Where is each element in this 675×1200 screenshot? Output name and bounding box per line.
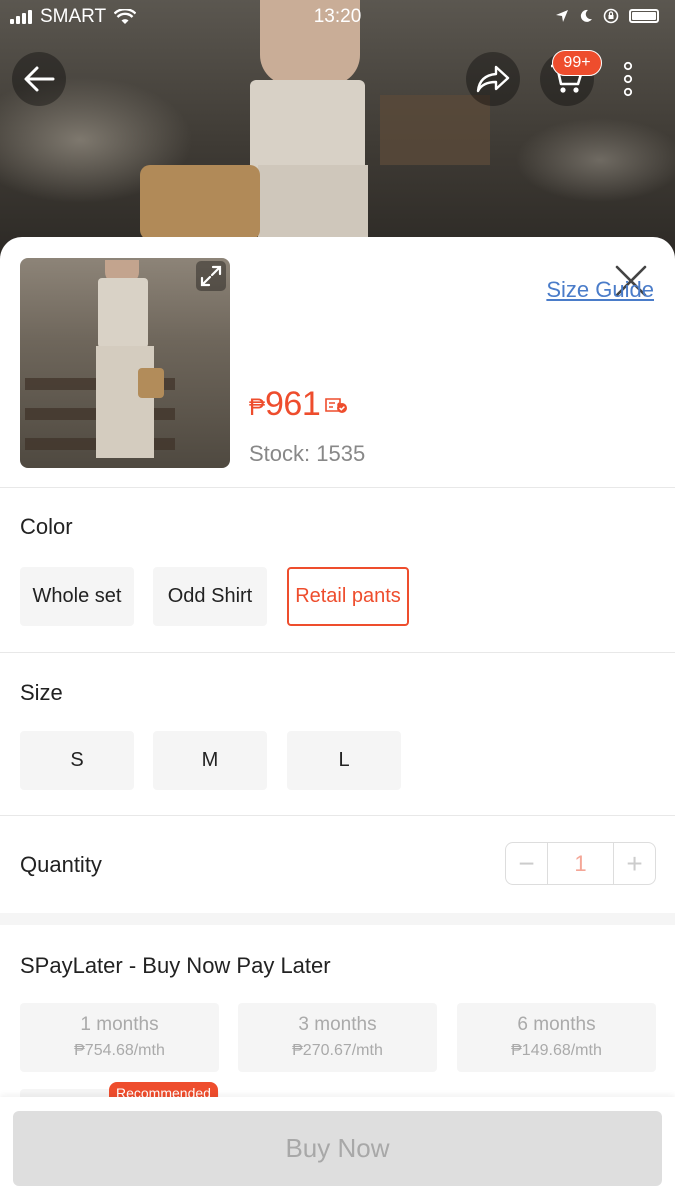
plan-months: 3 months: [298, 1014, 377, 1035]
status-bar: SMART 13:20: [0, 0, 675, 34]
variant-selection-sheet: ₱ 961 Stock: 1535 Color Size Guide Whole…: [0, 237, 675, 1200]
stock-label: Stock: 1535: [249, 441, 366, 466]
color-option-retail-pants[interactable]: Retail pants: [287, 567, 409, 626]
size-option-m[interactable]: M: [153, 731, 267, 790]
arrow-left-icon: [24, 66, 55, 92]
back-button[interactable]: [12, 52, 66, 106]
size-option-l[interactable]: L: [287, 731, 401, 790]
expand-image-button[interactable]: [196, 261, 226, 291]
quantity-value[interactable]: 1: [547, 843, 614, 884]
quantity-decrease-button[interactable]: −: [506, 843, 547, 884]
color-option-whole-set[interactable]: Whole set: [20, 567, 134, 626]
price-value: 961: [265, 385, 321, 423]
product-price: ₱ 961: [249, 385, 348, 424]
quantity-increase-button[interactable]: +: [614, 843, 655, 884]
product-background-image: [0, 0, 675, 260]
size-option-s[interactable]: S: [20, 731, 134, 790]
price-currency: ₱: [249, 394, 266, 421]
paylater-plan-6-months[interactable]: 6 months ₱149.68/mth: [457, 1003, 656, 1072]
sheet-footer: Buy Now: [0, 1097, 675, 1200]
color-option-odd-shirt[interactable]: Odd Shirt: [153, 567, 267, 626]
more-vertical-icon: [623, 61, 633, 97]
plan-months: 6 months: [517, 1014, 596, 1035]
color-section-title: Color: [20, 514, 73, 539]
size-guide-link[interactable]: Size Guide: [546, 277, 654, 303]
share-icon: [476, 65, 510, 93]
plan-rate: ₱149.68/mth: [511, 1042, 602, 1059]
voucher-icon: [325, 397, 348, 413]
paylater-plan-3-months[interactable]: 3 months ₱270.67/mth: [238, 1003, 437, 1072]
cart-count-badge: 99+: [552, 50, 602, 76]
quantity-section-title: Quantity: [20, 852, 102, 877]
plan-rate: ₱754.68/mth: [74, 1042, 165, 1059]
size-section-title: Size: [20, 680, 63, 705]
quantity-stepper: − 1 +: [505, 842, 656, 885]
more-options-button[interactable]: [608, 52, 648, 106]
plan-rate: ₱270.67/mth: [292, 1042, 383, 1059]
plan-months: 1 months: [80, 1014, 159, 1035]
battery-icon: [629, 9, 659, 23]
paylater-section-title: SPayLater - Buy Now Pay Later: [20, 953, 331, 978]
share-button[interactable]: [466, 52, 520, 106]
paylater-plan-1-month[interactable]: 1 months ₱754.68/mth: [20, 1003, 219, 1072]
moon-icon: [580, 9, 592, 22]
expand-icon: [200, 265, 222, 287]
lock-rotation-icon: [603, 8, 619, 24]
buy-now-button[interactable]: Buy Now: [13, 1111, 662, 1186]
location-icon: [556, 10, 568, 22]
